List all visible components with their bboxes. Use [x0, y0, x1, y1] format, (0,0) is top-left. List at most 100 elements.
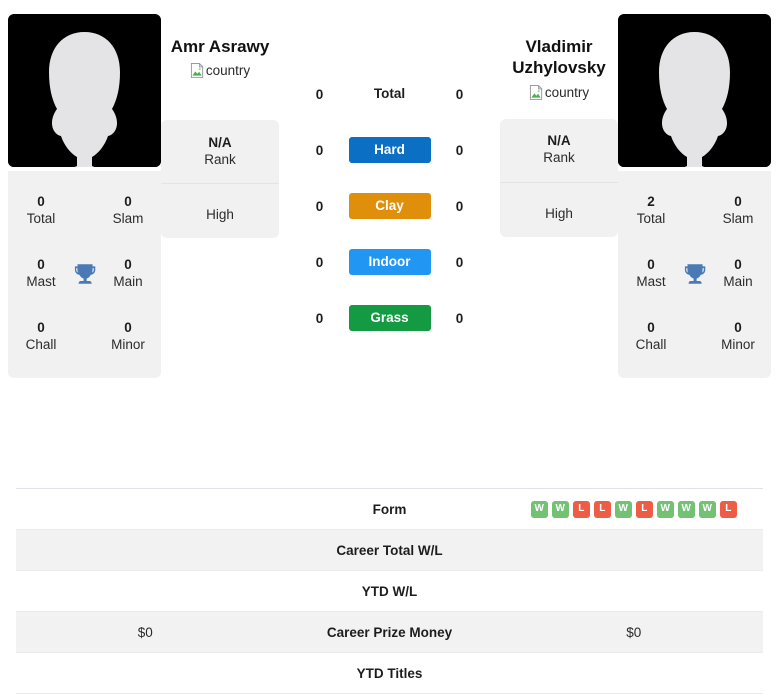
broken-image-icon: [529, 84, 543, 100]
right-value: WWLLWLWWWL: [505, 500, 764, 518]
right-player-info-col: Vladimir Uzhylovsky country N/A Rank Hig…: [500, 10, 618, 237]
left-country-flag: country: [190, 63, 251, 79]
left-player-photo-card[interactable]: Amr Asrawy: [8, 14, 161, 167]
trophy-icon: [676, 261, 714, 287]
title-stat-chall: 0 Chall: [18, 320, 64, 354]
stat-value: 0: [124, 256, 132, 272]
stat-value: 0: [734, 193, 742, 209]
form-badge-win: W: [614, 500, 632, 518]
surface-badge-hard[interactable]: Hard: [348, 137, 431, 163]
stat-label: Main: [723, 273, 753, 289]
stat-value: 0: [124, 193, 132, 209]
info-row-rank: N/A Rank: [500, 119, 618, 183]
info-label: Rank: [543, 150, 575, 165]
stat-value: 0: [734, 256, 742, 272]
title-stat-mast: 0 Mast: [18, 257, 64, 291]
comparison-area: Amr Asrawy 0 Total 0 Slam 0: [0, 0, 779, 478]
stat-value: 0: [37, 256, 45, 272]
info-row-high: High: [500, 183, 618, 237]
titles-row: 0 Chall 0 Minor: [8, 305, 161, 368]
right-surface-value: 0: [455, 86, 464, 102]
info-label: High: [545, 205, 573, 221]
title-stat-mast: 0 Mast: [628, 257, 674, 291]
left-value: $0: [137, 624, 153, 640]
comparison-stats-table: Form WWLLWLWWWL Career Total W/L YTD W/L…: [16, 488, 763, 694]
titles-row: 0 Mast 0 Main: [8, 242, 161, 305]
title-stat-slam: 0 Slam: [105, 194, 151, 228]
stat-label: Mast: [26, 273, 56, 289]
form-badge-win: W: [656, 500, 674, 518]
surface-badge-grass[interactable]: Grass: [348, 305, 431, 331]
surface-badge-indoor[interactable]: Indoor: [348, 249, 431, 275]
player-comparison-page: Amr Asrawy 0 Total 0 Slam 0: [0, 0, 779, 699]
table-row-career-total-wl: Career Total W/L: [16, 530, 763, 571]
surface-row-indoor: 0 Indoor 0: [279, 234, 500, 290]
title-stat-slam: 0 Slam: [715, 194, 761, 228]
stat-value: 0: [647, 256, 655, 272]
form-badge-win: W: [698, 500, 716, 518]
table-row-form: Form WWLLWLWWWL: [16, 489, 763, 530]
left-player-info-col: Amr Asrawy country N/A Rank High: [161, 10, 279, 239]
stat-value: 0: [734, 319, 742, 335]
title-stat-total: 0 Total: [18, 194, 64, 228]
row-label: Career Prize Money: [326, 624, 453, 640]
form-badge-win: W: [551, 500, 569, 518]
title-stat-total: 2 Total: [628, 194, 674, 228]
right-player-info-panel: N/A Rank High 35 Age R Plays: [500, 118, 618, 237]
title-stat-minor: 0 Minor: [715, 320, 761, 354]
right-value: $0: [626, 624, 642, 640]
avatar-silhouette-icon: [8, 14, 161, 167]
table-row-ytd-wl: YTD W/L: [16, 571, 763, 612]
surface-row-clay: 0 Clay 0: [279, 178, 500, 234]
row-label: Form: [372, 501, 407, 517]
stat-label: Slam: [722, 210, 754, 226]
info-row-high: High: [161, 184, 279, 238]
right-country-flag: country: [529, 84, 589, 100]
stat-value: 0: [647, 319, 655, 335]
avatar-silhouette-icon: [618, 14, 771, 167]
stat-label: Mast: [636, 273, 666, 289]
right-player-photo-card[interactable]: Vladimir Uzhylovsky: [618, 14, 771, 167]
title-stat-chall: 0 Chall: [628, 320, 674, 354]
trophy-icon: [66, 261, 104, 287]
form-badge-loss: L: [635, 500, 653, 518]
stat-label: Total: [26, 210, 56, 226]
info-label: Rank: [204, 151, 236, 167]
left-country-alt-text: country: [205, 63, 251, 79]
left-surface-value: 0: [315, 254, 324, 270]
stat-value: 0: [37, 193, 45, 209]
stat-label: Main: [113, 273, 143, 289]
left-player-photo: [8, 14, 161, 167]
left-surface-value: 0: [315, 310, 324, 326]
row-label: YTD W/L: [361, 583, 418, 599]
info-label: High: [206, 207, 234, 223]
trophy-icon-glyph: [684, 263, 705, 284]
right-surface-value: 0: [455, 198, 464, 214]
surface-comparison-column: 0 Total 0 0 Hard 0 0 Clay 0 0 Indoor 0 0: [279, 10, 500, 346]
title-stat-main: 0 Main: [105, 257, 151, 291]
surface-badge-clay[interactable]: Clay: [348, 193, 431, 219]
title-stat-main: 0 Main: [715, 257, 761, 291]
stat-label: Slam: [112, 210, 144, 226]
right-surface-value: 0: [455, 310, 464, 326]
form-badge-list: WWLLWLWWWL: [530, 500, 737, 518]
row-label: Career Total W/L: [336, 542, 443, 558]
trophy-icon-glyph: [74, 263, 95, 284]
stat-label: Total: [636, 210, 666, 226]
left-player-name: Amr Asrawy: [170, 37, 270, 56]
left-surface-value: 0: [315, 198, 324, 214]
form-badge-loss: L: [572, 500, 590, 518]
right-surface-value: 0: [455, 254, 464, 270]
form-badge-win: W: [530, 500, 548, 518]
form-badge-loss: L: [719, 500, 737, 518]
stat-value: 2: [647, 193, 655, 209]
title-stat-minor: 0 Minor: [105, 320, 151, 354]
stat-label: Chall: [635, 336, 667, 352]
left-surface-value: 0: [315, 86, 324, 102]
surface-badge-total: Total: [373, 86, 406, 102]
table-row-ytd-titles: YTD Titles: [16, 653, 763, 694]
form-badge-loss: L: [593, 500, 611, 518]
broken-image-icon: [190, 63, 204, 79]
titles-row: 2 Total 0 Slam: [618, 179, 771, 242]
titles-row: 0 Total 0 Slam: [8, 179, 161, 242]
